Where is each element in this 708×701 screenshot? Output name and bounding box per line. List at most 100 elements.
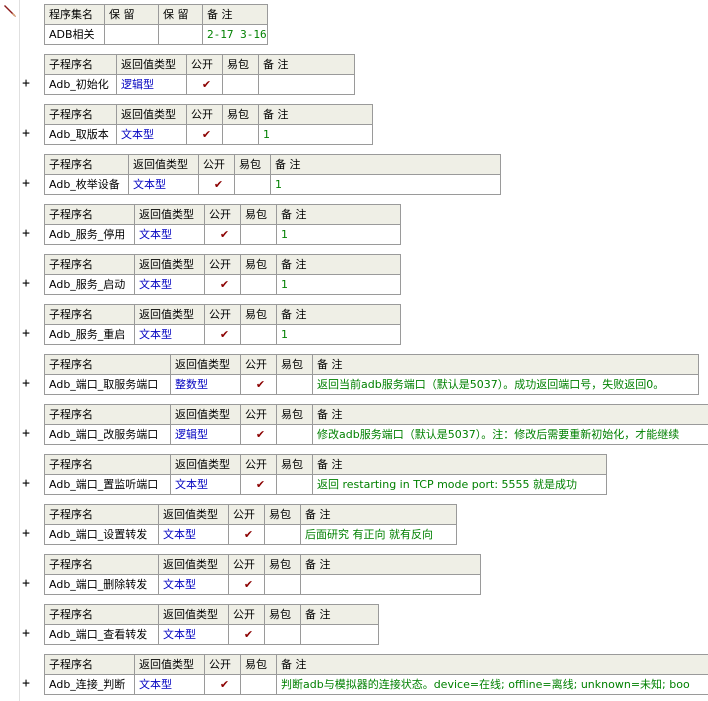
subroutine-note[interactable]: 1 — [258, 124, 373, 145]
subroutine-note[interactable]: 后面研究 有正向 就有反向 — [300, 524, 457, 545]
public-checkmark-icon[interactable]: ✔ — [204, 274, 241, 295]
subroutine-name[interactable]: Adb_初始化 — [44, 74, 117, 95]
subroutine-note[interactable]: 1 — [270, 174, 501, 195]
easy-package-cell[interactable] — [240, 324, 277, 345]
subroutine-name[interactable]: Adb_服务_停用 — [44, 224, 135, 245]
expand-icon[interactable]: + — [19, 427, 33, 441]
subroutine-note[interactable] — [300, 624, 379, 645]
easy-package-cell[interactable] — [276, 424, 313, 445]
expand-icon[interactable]: + — [19, 627, 33, 641]
assembly-name[interactable]: ADB相关 — [44, 24, 105, 45]
subroutine-name[interactable]: Adb_服务_启动 — [44, 274, 135, 295]
subroutine-note[interactable]: 判断adb与模拟器的连接状态。device=在线; offline=离线; un… — [276, 674, 708, 695]
expand-icon[interactable]: + — [19, 377, 33, 391]
subroutine-table: 子程序名 返回值类型 公开 易包备 注 Adb_端口_置监听端口 文本型 ✔ 返回 resta… — [44, 454, 607, 495]
return-type[interactable]: 逻辑型 — [170, 424, 241, 445]
expand-icon[interactable]: + — [19, 77, 33, 91]
return-type[interactable]: 文本型 — [134, 274, 205, 295]
expand-icon[interactable]: + — [19, 477, 33, 491]
expand-icon[interactable]: + — [19, 227, 33, 241]
public-checkmark-icon[interactable]: ✔ — [228, 524, 265, 545]
col-return-type: 返回值类型 — [158, 554, 229, 575]
col-easy-package: 易包 — [276, 404, 313, 425]
return-type[interactable]: 整数型 — [170, 374, 241, 395]
expand-icon[interactable]: + — [19, 677, 33, 691]
public-checkmark-icon[interactable]: ✔ — [240, 474, 277, 495]
easy-package-cell[interactable] — [234, 174, 271, 195]
return-type[interactable]: 文本型 — [134, 224, 205, 245]
col-subroutine-name: 子程序名 — [44, 554, 159, 575]
public-checkmark-icon[interactable]: ✔ — [186, 74, 223, 95]
subroutine-name[interactable]: Adb_端口_设置转发 — [44, 524, 159, 545]
easy-package-cell[interactable] — [276, 474, 313, 495]
public-checkmark-icon[interactable]: ✔ — [228, 574, 265, 595]
return-type[interactable]: 文本型 — [170, 474, 241, 495]
return-type[interactable]: 文本型 — [158, 624, 229, 645]
return-type[interactable]: 文本型 — [158, 524, 229, 545]
assembly-reserved-2[interactable] — [158, 24, 203, 45]
subroutine-note[interactable] — [258, 74, 355, 95]
subroutine-name[interactable]: Adb_端口_删除转发 — [44, 574, 159, 595]
subroutine-note[interactable] — [300, 574, 481, 595]
subroutine-row: Adb_服务_启动 文本型 ✔ 1 — [44, 274, 401, 295]
subroutine-row: Adb_枚举设备 文本型 ✔ 1 — [44, 174, 501, 195]
col-subroutine-name: 子程序名 — [44, 454, 171, 475]
easy-package-cell[interactable] — [240, 274, 277, 295]
return-type[interactable]: 文本型 — [134, 674, 205, 695]
assembly-reserved-1[interactable] — [104, 24, 159, 45]
easy-package-cell[interactable] — [264, 524, 301, 545]
public-checkmark-icon[interactable]: ✔ — [186, 124, 223, 145]
subroutine-name[interactable]: Adb_端口_查看转发 — [44, 624, 159, 645]
subroutine-note[interactable]: 修改adb服务端口（默认是5037）。注：修改后需要重新初始化，才能继续 — [312, 424, 708, 445]
expand-icon[interactable]: + — [19, 277, 33, 291]
public-checkmark-icon[interactable]: ✔ — [204, 324, 241, 345]
public-checkmark-icon[interactable]: ✔ — [240, 424, 277, 445]
expand-icon[interactable]: + — [19, 177, 33, 191]
return-type[interactable]: 文本型 — [128, 174, 199, 195]
easy-package-cell[interactable] — [240, 224, 277, 245]
col-subroutine-name: 子程序名 — [44, 654, 135, 675]
easy-package-cell[interactable] — [240, 674, 277, 695]
return-type[interactable]: 文本型 — [116, 124, 187, 145]
assembly-col-note: 备 注 — [202, 4, 268, 25]
expand-icon[interactable]: + — [19, 527, 33, 541]
col-subroutine-name: 子程序名 — [44, 304, 135, 325]
return-type[interactable]: 文本型 — [158, 574, 229, 595]
subroutine-name[interactable]: Adb_端口_取服务端口 — [44, 374, 171, 395]
col-subroutine-name: 子程序名 — [44, 254, 135, 275]
subroutine-note[interactable]: 1 — [276, 324, 401, 345]
subroutine-note[interactable]: 返回 restarting in TCP mode port: 5555 就是成… — [312, 474, 607, 495]
subroutine-name[interactable]: Adb_服务_重启 — [44, 324, 135, 345]
public-checkmark-icon[interactable]: ✔ — [204, 674, 241, 695]
col-public: 公开 — [240, 354, 277, 375]
expand-icon[interactable]: + — [19, 327, 33, 341]
public-checkmark-icon[interactable]: ✔ — [198, 174, 235, 195]
public-checkmark-icon[interactable]: ✔ — [240, 374, 277, 395]
col-public: 公开 — [204, 204, 241, 225]
gutter-divider — [19, 0, 20, 701]
subroutine-name[interactable]: Adb_枚举设备 — [44, 174, 129, 195]
subroutine-note[interactable]: 返回当前adb服务端口（默认是5037）。成功返回端口号，失败返回0。 — [312, 374, 699, 395]
return-type[interactable]: 文本型 — [134, 324, 205, 345]
col-public: 公开 — [198, 154, 235, 175]
return-type[interactable]: 逻辑型 — [116, 74, 187, 95]
pencil-icon — [4, 5, 16, 17]
subroutine-name[interactable]: Adb_连接_判断 — [44, 674, 135, 695]
easy-package-cell[interactable] — [222, 124, 259, 145]
subroutine-name[interactable]: Adb_取版本 — [44, 124, 117, 145]
easy-package-cell[interactable] — [264, 574, 301, 595]
expand-icon[interactable]: + — [19, 127, 33, 141]
subroutine-note[interactable]: 1 — [276, 224, 401, 245]
col-return-type: 返回值类型 — [170, 354, 241, 375]
subroutine-table: 子程序名 返回值类型 公开 易包备 注 Adb_端口_查看转发 文本型 ✔ — [44, 604, 379, 645]
subroutine-name[interactable]: Adb_端口_改服务端口 — [44, 424, 171, 445]
easy-package-cell[interactable] — [264, 624, 301, 645]
subroutine-note[interactable]: 1 — [276, 274, 401, 295]
public-checkmark-icon[interactable]: ✔ — [228, 624, 265, 645]
public-checkmark-icon[interactable]: ✔ — [204, 224, 241, 245]
assembly-note[interactable]: 2-17 3-16 — [202, 24, 268, 45]
expand-icon[interactable]: + — [19, 577, 33, 591]
easy-package-cell[interactable] — [222, 74, 259, 95]
easy-package-cell[interactable] — [276, 374, 313, 395]
subroutine-name[interactable]: Adb_端口_置监听端口 — [44, 474, 171, 495]
